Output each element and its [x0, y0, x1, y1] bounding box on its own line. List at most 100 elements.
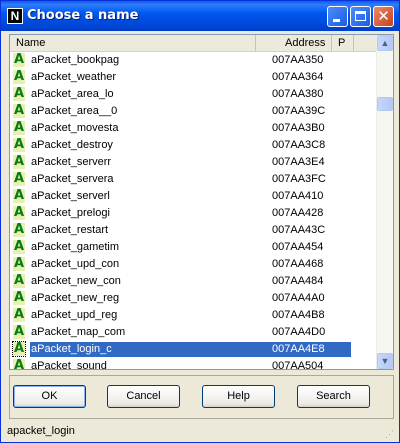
vertical-scrollbar[interactable]: ▲ ▼ [376, 35, 393, 369]
scroll-down-arrow-icon[interactable]: ▼ [377, 353, 393, 369]
item-address: 007AA43C [272, 224, 326, 236]
item-name: aPacket_destroy [31, 139, 113, 151]
item-name: aPacket_sound [31, 360, 107, 370]
item-address: 007AA4E8 [272, 342, 351, 357]
search-button[interactable]: Search [297, 385, 370, 408]
list-item[interactable]: AaPacket_upd_reg 007AA4B8 [10, 307, 376, 324]
scroll-up-arrow-icon[interactable]: ▲ [377, 35, 393, 51]
item-address: 007AA4B8 [272, 309, 325, 321]
list-item[interactable]: AaPacket_weather 007AA364 [10, 69, 376, 86]
column-header-p[interactable]: P [332, 35, 354, 51]
string-item-icon: A [13, 222, 25, 237]
choose-name-dialog: N Choose a name ✕ Name Address P AaPacke… [0, 0, 400, 443]
list-item[interactable]: AaPacket_gametim 007AA454 [10, 239, 376, 256]
item-address: 007AA3E4 [272, 156, 325, 168]
maximize-icon [355, 11, 366, 21]
string-item-icon: A [13, 290, 25, 305]
item-address: 007AA504 [272, 360, 324, 370]
item-name: aPacket_restart [31, 224, 109, 236]
string-item-icon: A [13, 205, 25, 220]
string-item-icon: A [13, 52, 25, 67]
item-name: aPacket_upd_con [31, 258, 120, 270]
list-item[interactable]: AaPacket_new_con 007AA484 [10, 273, 376, 290]
string-item-icon: A [13, 307, 25, 322]
help-button[interactable]: Help [202, 385, 275, 408]
item-name: aPacket_serverl [31, 190, 110, 202]
item-address: 007AA3FC [272, 173, 326, 185]
string-item-icon: A [13, 324, 25, 339]
item-name: aPacket_weather [31, 71, 116, 83]
cancel-button[interactable]: Cancel [107, 385, 180, 408]
list-header: Name Address P [10, 35, 376, 52]
list-item[interactable]: AaPacket_area_lo 007AA380 [10, 86, 376, 103]
column-header-address[interactable]: Address [256, 35, 332, 51]
string-item-icon: A [13, 359, 25, 369]
column-header-filler [354, 35, 376, 51]
item-address: 007AA4D0 [272, 326, 326, 338]
string-item-icon: A [13, 239, 25, 254]
names-list[interactable]: Name Address P AaPacket_bookpag 007AA350 A… [9, 34, 394, 370]
list-item[interactable]: AaPacket_upd_con 007AA468 [10, 256, 376, 273]
item-address: 007AA3B0 [272, 122, 325, 134]
item-name: aPacket_new_reg [31, 292, 120, 304]
string-item-icon: A [13, 188, 25, 203]
item-address: 007AA468 [272, 258, 324, 270]
item-address: 007AA39C [272, 105, 326, 117]
list-item[interactable]: AaPacket_serverr 007AA3E4 [10, 154, 376, 171]
list-item[interactable]: AaPacket_login_c 007AA4E8 [10, 341, 376, 358]
item-address: 007AA4A0 [272, 292, 325, 304]
string-item-icon: A [13, 154, 25, 169]
string-item-icon: A [12, 341, 26, 357]
list-item[interactable]: AaPacket_sound 007AA504 [10, 358, 376, 370]
item-address: 007AA380 [272, 88, 324, 100]
close-icon: ✕ [377, 7, 390, 25]
item-name: aPacket_servera [31, 173, 114, 185]
maximize-button[interactable] [350, 6, 371, 27]
string-item-icon: A [13, 86, 25, 101]
ok-button[interactable]: OK [13, 385, 86, 408]
string-item-icon: A [13, 171, 25, 186]
status-text: apacket_login [7, 425, 75, 437]
item-address: 007AA454 [272, 241, 324, 253]
item-address: 007AA3C8 [272, 139, 326, 151]
list-item[interactable]: AaPacket_serverl 007AA410 [10, 188, 376, 205]
item-name: aPacket_new_con [31, 275, 121, 287]
minimize-button[interactable] [327, 6, 348, 27]
item-address: 007AA428 [272, 207, 324, 219]
item-address: 007AA364 [272, 71, 324, 83]
item-name: aPacket_prelogi [31, 207, 110, 219]
item-address: 007AA484 [272, 275, 324, 287]
button-panel: OK Cancel Help Search [9, 375, 394, 419]
item-name: aPacket_upd_reg [31, 309, 118, 321]
string-item-icon: A [13, 256, 25, 271]
string-item-icon: A [13, 120, 25, 135]
window-title: Choose a name [27, 8, 139, 23]
list-item[interactable]: AaPacket_servera 007AA3FC [10, 171, 376, 188]
list-item[interactable]: AaPacket_prelogi 007AA428 [10, 205, 376, 222]
list-item[interactable]: AaPacket_area__0 007AA39C [10, 103, 376, 120]
list-item[interactable]: AaPacket_movesta 007AA3B0 [10, 120, 376, 137]
item-name: aPacket_area__0 [31, 105, 118, 117]
minimize-icon [333, 19, 340, 22]
list-item[interactable]: AaPacket_new_reg 007AA4A0 [10, 290, 376, 307]
list-item[interactable]: AaPacket_map_com 007AA4D0 [10, 324, 376, 341]
string-item-icon: A [13, 103, 25, 118]
item-address: 007AA350 [272, 54, 324, 66]
scroll-thumb[interactable] [377, 97, 393, 111]
item-name: aPacket_area_lo [31, 88, 114, 100]
item-name: aPacket_serverr [31, 156, 112, 168]
item-address: 007AA410 [272, 190, 324, 202]
resize-grip-icon[interactable]: ⋰ [385, 428, 397, 440]
list-item[interactable]: AaPacket_restart 007AA43C [10, 222, 376, 239]
item-name: aPacket_map_com [31, 326, 126, 338]
item-name: aPacket_movesta [31, 122, 119, 134]
string-item-icon: A [13, 137, 25, 152]
item-name: aPacket_bookpag [31, 54, 120, 66]
item-name: aPacket_gametim [31, 241, 120, 253]
list-item[interactable]: AaPacket_bookpag 007AA350 [10, 52, 376, 69]
title-bar[interactable]: N Choose a name ✕ [1, 1, 399, 31]
list-item[interactable]: AaPacket_destroy 007AA3C8 [10, 137, 376, 154]
string-item-icon: A [13, 69, 25, 84]
close-button[interactable]: ✕ [373, 6, 394, 27]
column-header-name[interactable]: Name [10, 35, 256, 51]
